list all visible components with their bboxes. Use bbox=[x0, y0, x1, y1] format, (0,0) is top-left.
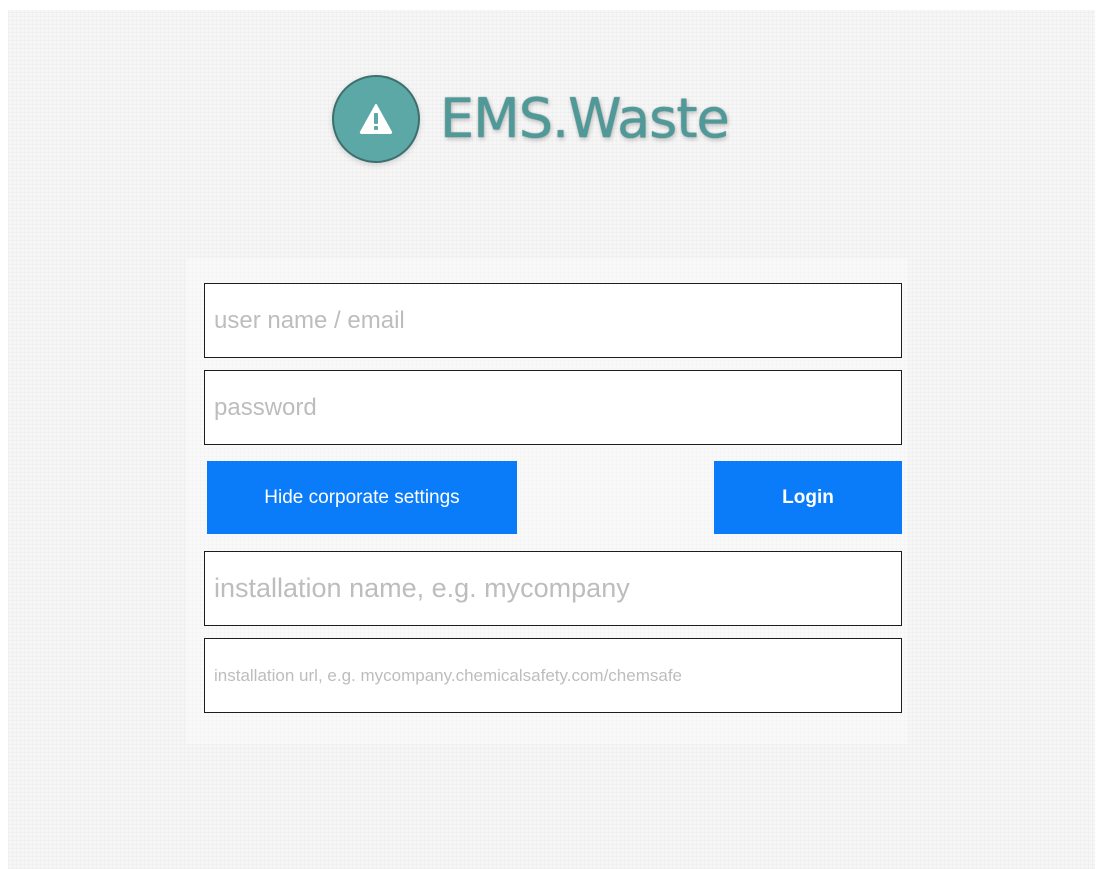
login-button[interactable]: Login bbox=[714, 461, 902, 534]
username-email-field[interactable] bbox=[204, 283, 902, 358]
installation-url-field[interactable] bbox=[204, 638, 902, 713]
installation-name-field[interactable] bbox=[204, 551, 902, 626]
app-logo: EMS.Waste bbox=[332, 73, 730, 165]
warning-triangle-icon bbox=[332, 75, 420, 163]
password-field[interactable] bbox=[204, 370, 902, 445]
app-title: EMS.Waste bbox=[440, 87, 730, 150]
hide-corporate-settings-button[interactable]: Hide corporate settings bbox=[207, 461, 517, 534]
